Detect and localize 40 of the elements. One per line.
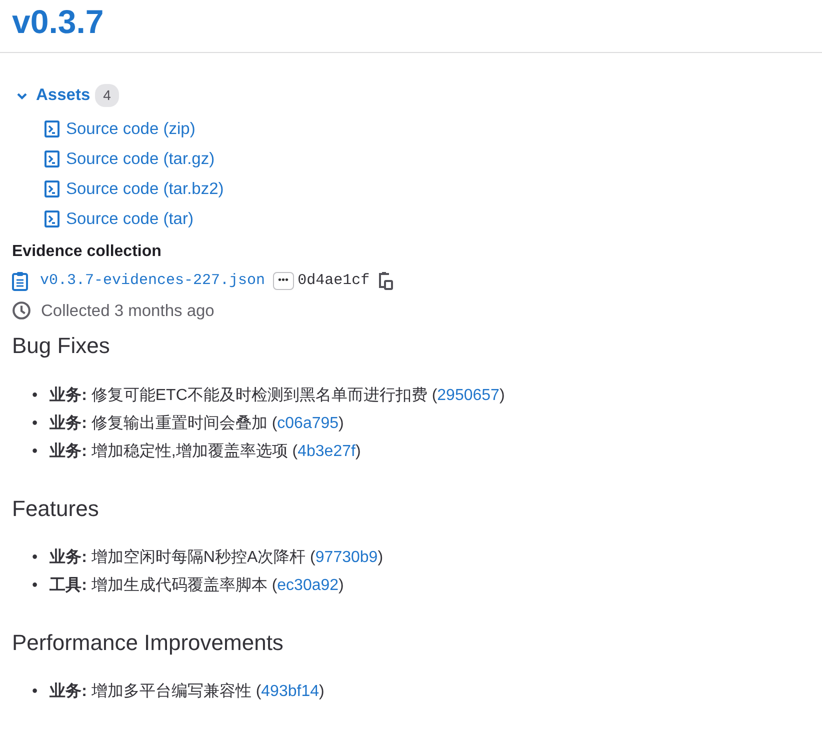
expand-button[interactable]: •••	[273, 272, 294, 290]
release-note: 业务: 修复输出重置时间会叠加 (c06a795)	[50, 414, 344, 434]
section-heading: Performance Improvements	[12, 630, 284, 656]
clock-icon	[12, 301, 31, 320]
commit-link[interactable]: c06a795	[277, 414, 339, 432]
copy-icon[interactable]	[378, 271, 394, 292]
file-code-icon	[44, 180, 60, 198]
commit-link[interactable]: 97730b9	[315, 549, 378, 566]
list-bullet: •	[32, 576, 38, 596]
list-bullet: •	[32, 442, 38, 462]
file-code-icon	[44, 210, 60, 228]
commit-sha: 0d4ae1cf	[298, 271, 370, 292]
asset-link[interactable]: Source code (tar)	[66, 204, 194, 234]
clipboard-icon	[12, 271, 28, 292]
asset-link[interactable]: Source code (tar.bz2)	[66, 174, 224, 204]
release-note: 业务: 增加空闲时每隔N秒控A次降杆 (97730b9)	[50, 548, 384, 568]
file-code-icon	[44, 120, 60, 138]
commit-link[interactable]: 4b3e27f	[298, 442, 356, 460]
release-note: 工具: 增加生成代码覆盖率脚本 (ec30a92)	[50, 576, 344, 596]
section-heading: Evidence collection	[12, 242, 162, 262]
file-code-icon	[44, 150, 60, 168]
commit-link[interactable]: ec30a92	[277, 577, 339, 594]
release-note: 业务: 增加多平台编写兼容性 (493bf14)	[50, 682, 324, 702]
asset-link[interactable]: Source code (tar.gz)	[66, 144, 215, 174]
commit-link[interactable]: 2950657	[437, 386, 500, 404]
count-badge: 4	[95, 84, 119, 108]
collected-time: Collected 3 months ago	[41, 300, 214, 322]
list-bullet: •	[32, 386, 38, 406]
release-note: 业务: 增加稳定性,增加覆盖率选项 (4b3e27f)	[50, 442, 361, 462]
list-bullet: •	[32, 548, 38, 568]
list-bullet: •	[32, 682, 38, 702]
assets-toggle[interactable]: Assets	[36, 83, 90, 108]
list-bullet: •	[32, 414, 38, 434]
commit-link[interactable]: 493bf14	[261, 683, 319, 700]
release-title[interactable]: v0.3.7	[0, 0, 822, 52]
evidence-file-link[interactable]: v0.3.7-evidences-227.json	[40, 270, 266, 293]
release-note: 业务: 修复可能ETC不能及时检测到黑名单而进行扣费 (2950657)	[50, 386, 505, 406]
asset-link[interactable]: Source code (zip)	[66, 114, 196, 144]
section-heading: Bug Fixes	[12, 333, 111, 360]
section-heading: Features	[12, 496, 100, 522]
